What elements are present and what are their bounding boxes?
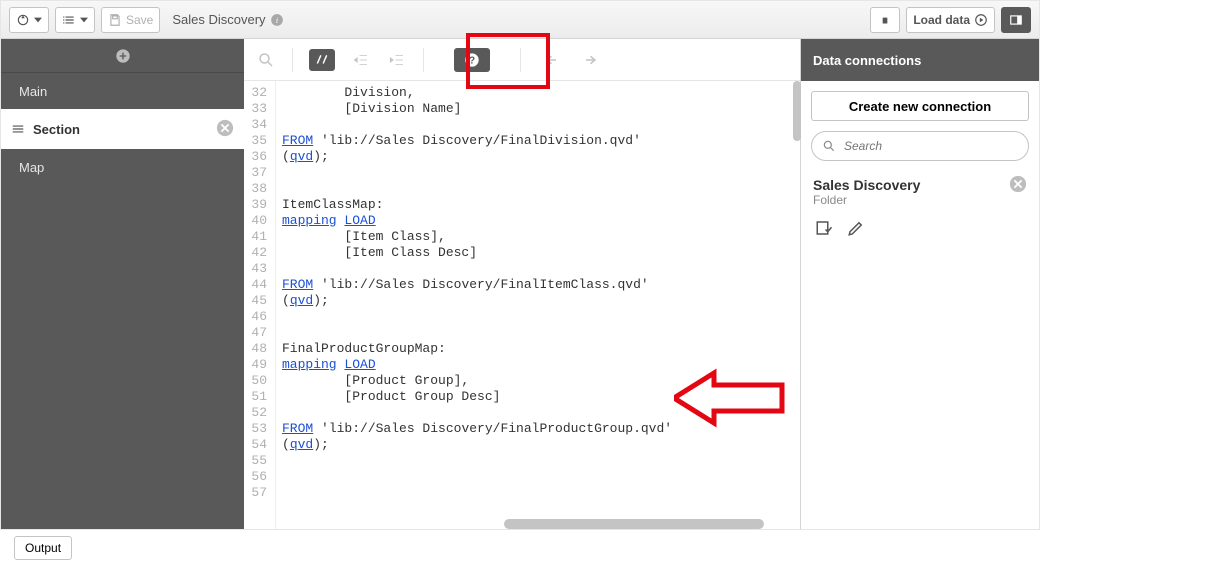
load-data-label: Load data [913, 13, 970, 27]
annotation-arrow [674, 363, 794, 433]
edit-connection-button[interactable] [847, 219, 865, 240]
comment-button[interactable] [309, 49, 335, 71]
section-item-map[interactable]: Map [1, 149, 244, 185]
top-toolbar: Save Sales Discovery i Load data [1, 1, 1039, 39]
editor-search-button[interactable] [256, 50, 276, 70]
search-icon [822, 139, 836, 153]
search-icon [257, 51, 275, 69]
comment-icon [315, 53, 329, 67]
connection-title: Sales Discovery [813, 177, 1027, 193]
editor-scrollbar[interactable] [793, 81, 801, 141]
pencil-icon [847, 219, 865, 237]
indent-icon [388, 51, 406, 69]
connection-search-field[interactable] [811, 131, 1029, 161]
section-header: Section [1, 109, 244, 149]
app-title: Sales Discovery i [172, 12, 283, 27]
connection-type: Folder [813, 193, 1027, 207]
select-data-icon [815, 219, 833, 237]
redo-icon [580, 51, 598, 69]
info-icon: i [270, 13, 284, 27]
save-label: Save [126, 13, 153, 27]
create-connection-button[interactable]: Create new connection [811, 91, 1029, 121]
save-button[interactable]: Save [101, 7, 160, 33]
horizontal-scrollbar[interactable] [504, 519, 764, 529]
remove-connection-icon[interactable] [1009, 175, 1027, 193]
output-button[interactable]: Output [14, 536, 72, 560]
outdent-button[interactable] [351, 50, 371, 70]
editor-toolbar: ? [244, 39, 800, 81]
plus-icon [115, 48, 131, 64]
code-editor[interactable]: 3233343536373839404142434445464748495051… [244, 81, 800, 529]
add-section-button[interactable] [1, 39, 244, 73]
toggle-panel-button[interactable] [1001, 7, 1031, 33]
app-window: Save Sales Discovery i Load data Main [0, 0, 1040, 530]
connection-search-input[interactable] [842, 138, 1018, 154]
play-icon [974, 13, 988, 27]
hamburger-icon [11, 122, 25, 136]
indent-button[interactable] [387, 50, 407, 70]
select-data-button[interactable] [815, 219, 833, 240]
debug-button[interactable] [870, 7, 900, 33]
line-gutter: 3233343536373839404142434445464748495051… [244, 81, 276, 529]
svg-text:?: ? [469, 55, 475, 66]
load-data-button[interactable]: Load data [906, 7, 995, 33]
outdent-icon [352, 51, 370, 69]
connection-item[interactable]: Sales Discovery Folder [811, 171, 1029, 246]
undo-button[interactable] [543, 50, 563, 70]
bug-icon [878, 13, 892, 27]
code-lines[interactable]: Division, [Division Name] FROM 'lib://Sa… [276, 81, 678, 529]
help-icon: ? [464, 52, 480, 68]
list-menu-button[interactable] [55, 7, 95, 33]
close-section-icon[interactable] [216, 119, 234, 137]
data-connections-header: Data connections [801, 39, 1039, 81]
help-button[interactable]: ? [454, 48, 490, 72]
undo-icon [544, 51, 562, 69]
section-item-main[interactable]: Main [1, 73, 244, 109]
data-connections-panel: Data connections Create new connection S… [801, 39, 1039, 529]
nav-menu-button[interactable] [9, 7, 49, 33]
panel-icon [1009, 13, 1023, 27]
editor-panel: ? 32333435363738394041424344454647484950… [244, 39, 801, 529]
sections-panel: Main Section Map [1, 39, 244, 529]
redo-button[interactable] [579, 50, 599, 70]
body: Main Section Map [1, 39, 1039, 529]
